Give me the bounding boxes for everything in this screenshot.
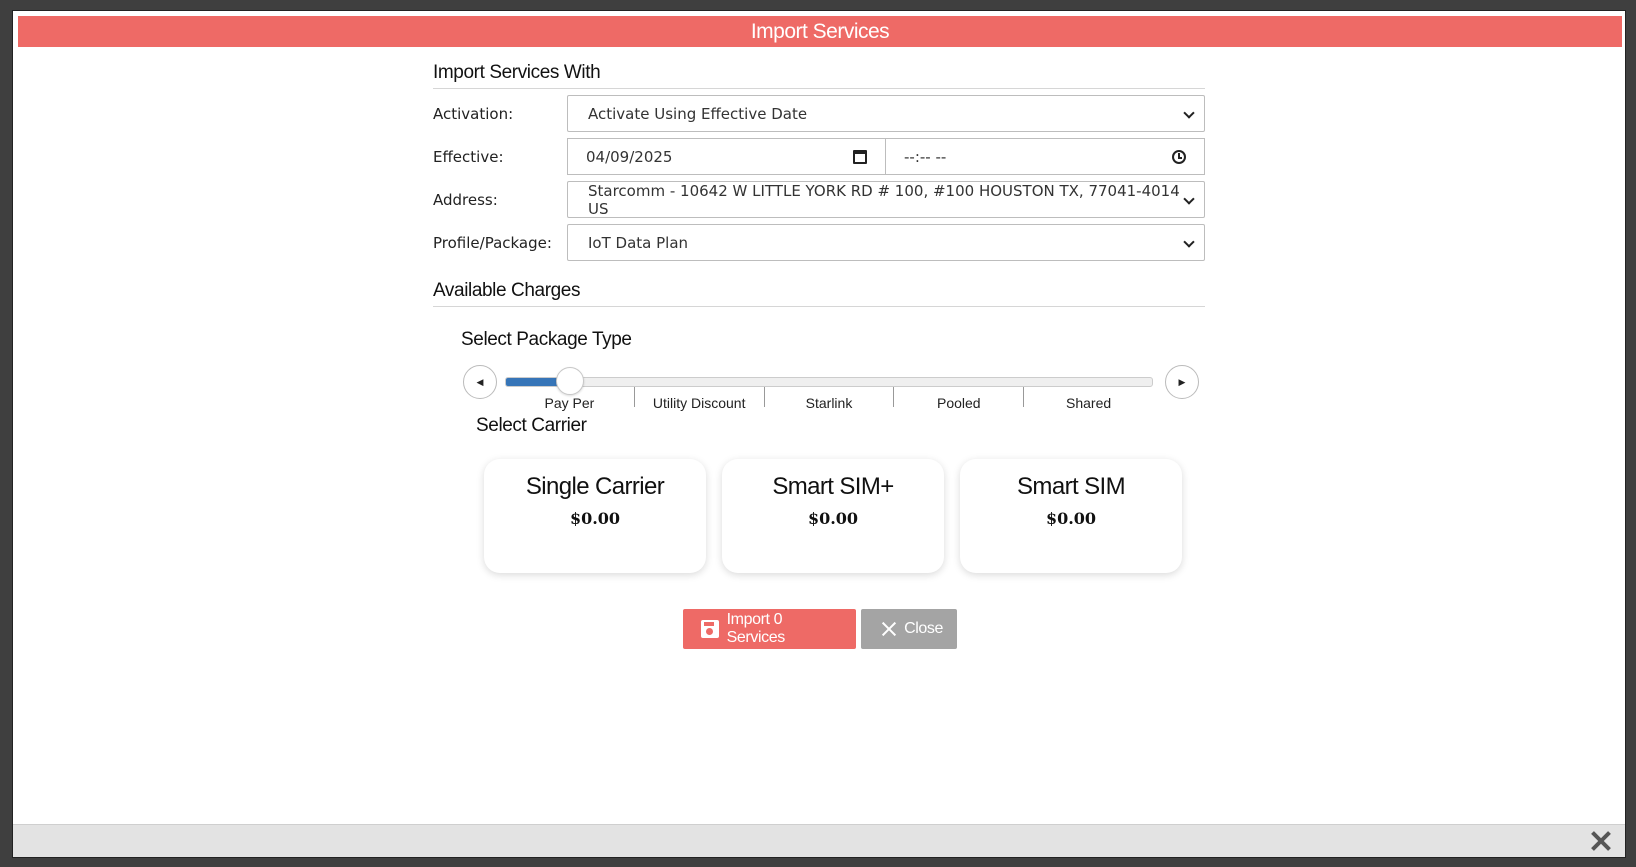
package-type-option[interactable]: Starlink xyxy=(765,387,895,410)
carrier-name: Smart SIM+ xyxy=(772,473,894,500)
effective-inputs: 04/09/2025 --:-- -- xyxy=(567,138,1205,175)
chevron-down-icon xyxy=(1184,195,1194,205)
package-type-option[interactable]: Shared xyxy=(1024,387,1153,410)
package-type-option[interactable]: Pay Per xyxy=(505,387,635,410)
import-button-label: Import 0 Services xyxy=(726,611,786,646)
carrier-price: $0.00 xyxy=(1045,509,1097,528)
dialog-content: Import Services With Activation: Activat… xyxy=(433,61,1205,573)
profile-label: Profile/Package: xyxy=(433,233,552,252)
effective-date-value: 04/09/2025 xyxy=(586,147,673,166)
slider-track[interactable] xyxy=(505,377,1153,387)
previous-package-button[interactable]: ◀ xyxy=(463,365,497,399)
profile-value: IoT Data Plan xyxy=(588,233,689,252)
package-type-option[interactable]: Utility Discount xyxy=(635,387,765,410)
close-button-label: Close xyxy=(904,620,943,637)
import-with-heading: Import Services With xyxy=(433,61,1205,89)
address-value: Starcomm - 10642 W LITTLE YORK RD # 100,… xyxy=(588,181,1180,218)
package-type-slider: ◀ Pay Per Utility Discount Starlink Pooled S… xyxy=(433,363,1205,419)
package-type-options: Pay Per Utility Discount Starlink Pooled Sha… xyxy=(505,387,1153,410)
package-type-option[interactable]: Pooled xyxy=(894,387,1025,410)
chevron-down-icon xyxy=(1184,238,1194,248)
close-button[interactable]: Close xyxy=(861,609,957,649)
close-icon[interactable] xyxy=(1591,831,1611,851)
save-icon xyxy=(701,620,719,638)
calendar-icon[interactable] xyxy=(853,149,867,164)
clock-icon[interactable] xyxy=(1172,149,1186,164)
profile-select[interactable]: IoT Data Plan xyxy=(567,224,1205,261)
carrier-card-smart-sim[interactable]: Smart SIM $0.00 xyxy=(960,459,1182,573)
carrier-name: Single Carrier xyxy=(525,473,665,500)
available-charges-heading: Available Charges xyxy=(433,279,1205,307)
next-package-button[interactable]: ▶ xyxy=(1165,365,1199,399)
effective-time-input[interactable]: --:-- -- xyxy=(886,138,1205,175)
effective-time-value: --:-- -- xyxy=(904,147,947,166)
effective-date-input[interactable]: 04/09/2025 xyxy=(567,138,886,175)
activation-row: Activation: Activate Using Effective Dat… xyxy=(433,95,1205,132)
profile-row: Profile/Package: IoT Data Plan xyxy=(433,224,1205,261)
carrier-price: $0.00 xyxy=(569,509,621,528)
dialog-actions: Import 0 Services Close xyxy=(683,609,957,649)
effective-row: Effective: 04/09/2025 --:-- -- xyxy=(433,138,1205,175)
address-select[interactable]: Starcomm - 10642 W LITTLE YORK RD # 100,… xyxy=(567,181,1205,218)
chevron-down-icon xyxy=(1184,109,1194,119)
effective-label: Effective: xyxy=(433,147,504,166)
dialog-footer xyxy=(13,824,1625,857)
package-type-heading: Select Package Type xyxy=(461,329,632,350)
carrier-card-single-carrier[interactable]: Single Carrier $0.00 xyxy=(484,459,706,573)
carrier-price: $0.00 xyxy=(807,509,859,528)
caret-right-icon: ▶ xyxy=(1178,376,1186,387)
activation-select[interactable]: Activate Using Effective Date xyxy=(567,95,1205,132)
address-label: Address: xyxy=(433,190,498,209)
dialog-title: Import Services xyxy=(18,16,1622,47)
caret-left-icon: ◀ xyxy=(476,376,484,387)
carrier-cards: Single Carrier $0.00 Smart SIM+ $0.00 Sm… xyxy=(484,459,1205,573)
carrier-name: Smart SIM xyxy=(1017,473,1126,500)
carrier-card-smart-sim-plus[interactable]: Smart SIM+ $0.00 xyxy=(722,459,944,573)
carrier-heading: Select Carrier xyxy=(476,415,587,436)
close-icon xyxy=(881,621,896,637)
address-row: Address: Starcomm - 10642 W LITTLE YORK … xyxy=(433,181,1205,218)
activation-label: Activation: xyxy=(433,104,514,123)
activation-value: Activate Using Effective Date xyxy=(588,104,808,123)
import-services-dialog: Import Services Import Services With Act… xyxy=(12,10,1626,858)
import-services-button[interactable]: Import 0 Services xyxy=(683,609,856,649)
